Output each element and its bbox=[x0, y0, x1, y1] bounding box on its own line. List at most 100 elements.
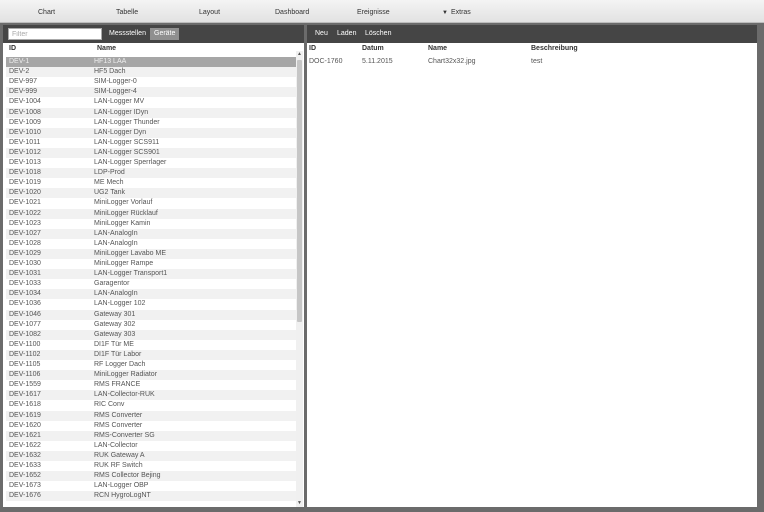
vertical-scrollbar[interactable]: ▲ ▼ bbox=[296, 51, 303, 507]
device-list-toolbar: Messstellen Geräte bbox=[3, 25, 304, 43]
device-id-cell: DEV-1008 bbox=[9, 108, 41, 116]
device-name-cell: RF Logger Dach bbox=[94, 361, 146, 368]
device-id-cell: DEV-1004 bbox=[9, 98, 41, 106]
table-row[interactable]: DEV-1673 LAN-Logger OBP bbox=[6, 481, 296, 491]
device-id-cell: DEV-1028 bbox=[9, 239, 41, 247]
tab-geraete[interactable]: Geräte bbox=[150, 28, 180, 40]
menu-extras[interactable]: ▼ Extras bbox=[442, 0, 471, 22]
device-id-cell: DEV-1100 bbox=[9, 340, 41, 348]
device-name-cell: LAN-Collector bbox=[94, 441, 138, 449]
loeschen-button[interactable]: Löschen bbox=[365, 25, 391, 43]
table-row[interactable]: DEV-1618 RIC Conv bbox=[6, 400, 296, 410]
table-row[interactable]: DEV-1020 UG2 Tank bbox=[6, 188, 296, 199]
device-name-cell: LAN-Logger SCS901 bbox=[94, 148, 160, 156]
table-row[interactable]: DEV-1676 RCN HygroLogNT bbox=[6, 491, 296, 502]
arrow-up-icon[interactable]: ▲ bbox=[296, 51, 303, 58]
device-name-cell: MiniLogger Vorlauf bbox=[94, 199, 153, 207]
table-row[interactable]: DEV-1018 LDP-Prod bbox=[6, 168, 296, 179]
table-row[interactable]: DEV-1019 ME Mech bbox=[6, 178, 296, 188]
table-row[interactable]: DEV-1046 Gateway 301 bbox=[6, 309, 296, 320]
device-id-cell: DEV-1621 bbox=[9, 431, 41, 439]
neu-button[interactable]: Neu bbox=[315, 25, 328, 43]
table-row[interactable]: DEV-1652 RMS Collector Bejing bbox=[6, 471, 296, 482]
device-name-cell: Gateway 302 bbox=[94, 320, 136, 328]
column-header-name[interactable]: Name bbox=[97, 44, 116, 54]
device-id-cell: DEV-1029 bbox=[9, 249, 41, 257]
table-row[interactable]: DEV-1102 DI1F Tür Labor bbox=[6, 349, 296, 360]
table-row[interactable]: DEV-1021 MiniLogger Vorlauf bbox=[6, 198, 296, 208]
table-row[interactable]: DEV-1082 Gateway 303 bbox=[6, 329, 296, 340]
device-name-cell: Gateway 303 bbox=[94, 330, 136, 338]
table-row[interactable]: DEV-1105 RF Logger Dach bbox=[6, 360, 296, 370]
table-row[interactable]: DEV-1027 LAN-AnalogIn bbox=[6, 228, 296, 239]
table-row[interactable]: DEV-1012 LAN-Logger SCS901 bbox=[6, 147, 296, 158]
table-row[interactable]: DEV-1030 MiniLogger Rampe bbox=[6, 259, 296, 269]
menu-layout[interactable]: Layout bbox=[199, 0, 220, 22]
filter-input[interactable] bbox=[8, 28, 102, 40]
device-name-cell: Gateway 301 bbox=[94, 310, 136, 318]
laden-button[interactable]: Laden bbox=[337, 25, 356, 43]
table-row[interactable]: DEV-1617 LAN-Collector-RUK bbox=[6, 390, 296, 401]
device-id-cell: DEV-1077 bbox=[9, 320, 41, 328]
doc-date-cell: 5.11.2015 bbox=[362, 58, 393, 65]
table-row[interactable]: DEV-997 SIM-Logger-0 bbox=[6, 77, 296, 87]
doc-name-cell: Chart32x32.jpg bbox=[428, 58, 476, 65]
table-row[interactable]: DEV-1077 Gateway 302 bbox=[6, 320, 296, 330]
column-header-datum[interactable]: Datum bbox=[362, 44, 384, 54]
table-row[interactable]: DEV-1100 DI1F Tür ME bbox=[6, 340, 296, 350]
device-id-cell: DEV-1617 bbox=[9, 391, 41, 399]
column-header-beschreibung[interactable]: Beschreibung bbox=[531, 44, 578, 54]
device-id-cell: DEV-1559 bbox=[9, 381, 41, 389]
table-row[interactable]: DEV-1621 RMS-Converter SG bbox=[6, 430, 296, 441]
table-row[interactable]: DEV-1011 LAN-Logger SCS911 bbox=[6, 138, 296, 148]
device-name-cell: MiniLogger Lavabo ME bbox=[94, 249, 166, 257]
column-header-id[interactable]: ID bbox=[9, 44, 16, 54]
table-row[interactable]: DEV-1106 MiniLogger Radiator bbox=[6, 370, 296, 381]
device-name-cell: RMS Collector Bejing bbox=[94, 472, 161, 480]
table-row[interactable]: DEV-1013 LAN-Logger Sperrlager bbox=[6, 158, 296, 168]
table-row[interactable]: DEV-1028 LAN-AnalogIn bbox=[6, 239, 296, 249]
table-row[interactable]: DOC-1760 5.11.2015 Chart32x32.jpg test bbox=[307, 57, 757, 67]
table-row[interactable]: DEV-1009 LAN-Logger Thunder bbox=[6, 118, 296, 128]
menu-tabelle[interactable]: Tabelle bbox=[116, 0, 138, 22]
table-row[interactable]: DEV-1008 LAN-Logger IDyn bbox=[6, 107, 296, 118]
device-name-cell: SIM-Logger-0 bbox=[94, 78, 137, 86]
device-id-cell: DEV-1021 bbox=[9, 199, 41, 207]
table-row[interactable]: DEV-2 HF5 Dach bbox=[6, 67, 296, 78]
column-header-doc-name[interactable]: Name bbox=[428, 44, 447, 54]
device-name-cell: LAN-AnalogIn bbox=[94, 290, 138, 298]
tab-messstellen[interactable]: Messstellen bbox=[105, 28, 150, 40]
table-row[interactable]: DEV-1632 RUK Gateway A bbox=[6, 450, 296, 461]
table-row[interactable]: DEV-1 HF13 LAA bbox=[6, 57, 296, 67]
table-row[interactable]: DEV-1010 LAN-Logger Dyn bbox=[6, 127, 296, 138]
table-row[interactable]: DEV-1559 RMS FRANCE bbox=[6, 380, 296, 390]
table-row[interactable]: DEV-1034 LAN-AnalogIn bbox=[6, 289, 296, 300]
table-row[interactable]: DEV-1622 LAN-Collector bbox=[6, 441, 296, 451]
device-id-cell: DEV-1013 bbox=[9, 159, 41, 166]
menu-dashboard[interactable]: Dashboard bbox=[275, 0, 309, 22]
table-row[interactable]: DEV-1620 RMS Converter bbox=[6, 421, 296, 431]
arrow-down-icon[interactable]: ▼ bbox=[296, 500, 303, 507]
table-row[interactable]: DEV-1619 RMS Converter bbox=[6, 410, 296, 421]
scroll-thumb[interactable] bbox=[297, 60, 302, 322]
table-row[interactable]: DEV-1022 MiniLogger Rücklauf bbox=[6, 208, 296, 219]
device-id-cell: DEV-1106 bbox=[9, 371, 41, 379]
table-row[interactable]: DEV-1031 LAN-Logger Transport1 bbox=[6, 269, 296, 280]
table-row[interactable]: DEV-1033 Garagentor bbox=[6, 279, 296, 289]
device-id-cell: DEV-1620 bbox=[9, 421, 41, 429]
device-name-cell: HF13 LAA bbox=[94, 58, 127, 65]
device-name-cell: RUK Gateway A bbox=[94, 451, 145, 459]
column-header-doc-id[interactable]: ID bbox=[309, 44, 316, 54]
device-id-cell: DEV-1009 bbox=[9, 118, 41, 126]
doc-description-cell: test bbox=[531, 58, 543, 65]
table-row[interactable]: DEV-1633 RUK RF Switch bbox=[6, 461, 296, 471]
table-row[interactable]: DEV-1023 MiniLogger Kamin bbox=[6, 219, 296, 229]
table-row[interactable]: DEV-999 SIM-Logger-4 bbox=[6, 87, 296, 98]
device-id-cell: DEV-1018 bbox=[9, 169, 41, 177]
table-row[interactable]: DEV-1004 LAN-Logger MV bbox=[6, 97, 296, 107]
menu-chart[interactable]: Chart bbox=[38, 0, 55, 22]
menu-ereignisse[interactable]: Ereignisse bbox=[357, 0, 390, 22]
table-row[interactable]: DEV-1036 LAN-Logger 102 bbox=[6, 299, 296, 309]
table-row[interactable]: DEV-1029 MiniLogger Lavabo ME bbox=[6, 248, 296, 259]
device-id-cell: DEV-999 bbox=[9, 88, 38, 96]
